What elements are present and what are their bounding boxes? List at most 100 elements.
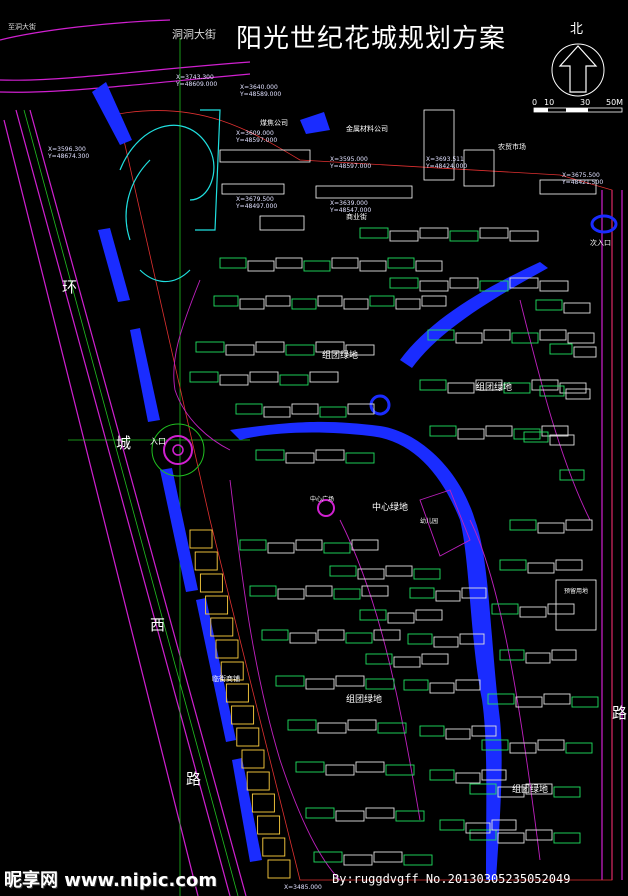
coord-9: X=3679.500 Y=48497.000 (236, 196, 278, 210)
residential-block (511, 332, 539, 344)
residential-block (287, 719, 317, 731)
residential-block (323, 542, 351, 554)
residential-block (539, 280, 569, 292)
residential-block (549, 343, 573, 355)
residential-block (333, 588, 361, 600)
residential-block (445, 728, 471, 740)
residential-block (455, 772, 481, 784)
shop-unit (267, 859, 291, 879)
residential-block (279, 374, 309, 386)
residential-block (403, 854, 433, 866)
residential-block (491, 603, 519, 615)
residential-block (345, 452, 375, 464)
residential-block (369, 295, 395, 307)
residential-block (421, 295, 447, 307)
plaza-label: 中心广场 (310, 496, 335, 503)
residential-block (455, 679, 481, 691)
right-road-char: 路 (612, 704, 628, 722)
residential-block (419, 379, 447, 391)
left-road-char-2: 城 (116, 434, 132, 452)
residential-block (419, 280, 449, 292)
residential-block (373, 629, 401, 641)
residential-block (395, 298, 421, 310)
residential-block (389, 230, 419, 242)
residential-block (403, 679, 429, 691)
residential-block (305, 585, 333, 597)
residential-block (303, 260, 331, 272)
residential-block (335, 810, 365, 822)
residential-block (291, 403, 319, 415)
residential-block (419, 227, 449, 239)
residential-block (351, 539, 379, 551)
residential-block (213, 295, 239, 307)
company-label-1: 煤焦公司 (260, 119, 288, 127)
east-entrance-label: 次入口 (590, 239, 611, 247)
residential-block (385, 565, 413, 577)
residential-block (429, 425, 457, 437)
company-label-2: 金属材料公司 (346, 125, 388, 133)
residential-block (347, 719, 377, 731)
residential-block (485, 425, 513, 437)
residential-block (565, 742, 593, 754)
residential-block (235, 403, 263, 415)
residential-blocks (189, 227, 599, 866)
residential-block (343, 854, 373, 866)
residential-block (365, 678, 395, 690)
residential-block (331, 257, 359, 269)
residential-block (315, 449, 345, 461)
top-road-label: 洞洞大街 (172, 28, 216, 41)
residential-block (277, 588, 305, 600)
residential-block (359, 260, 387, 272)
residential-block (429, 682, 455, 694)
watermark-right: By:ruggdvgff No.20130305235052049 (332, 872, 571, 886)
residential-block (335, 675, 365, 687)
residential-block (285, 452, 315, 464)
coord-4: X=3595.000 Y=48597.000 (330, 156, 372, 170)
residential-block (219, 374, 249, 386)
residential-block (317, 295, 343, 307)
corner-road-label: 至洞大街 (8, 23, 36, 31)
green-label-3: 组团绿地 (346, 695, 383, 705)
residential-block (455, 332, 483, 344)
residential-block (509, 519, 537, 531)
coord-3: X=3609.000 Y=48597.000 (236, 130, 278, 144)
site-plan-drawing (0, 19, 623, 896)
central-green-label: 中心绿地 (372, 503, 409, 513)
shop-unit (262, 837, 286, 857)
shop-unit (236, 727, 260, 747)
main-entrance-label: 入口 (150, 437, 166, 446)
residential-block (267, 542, 295, 554)
residential-block (513, 428, 541, 440)
residential-block (387, 257, 415, 269)
residential-block (377, 722, 407, 734)
residential-block (329, 565, 357, 577)
residential-block (527, 562, 555, 574)
residential-block (359, 227, 389, 239)
residential-block (285, 344, 315, 356)
coord-1: X=3743.300 Y=48609.000 (176, 74, 218, 88)
bottom-coord: X=3485.000 (284, 884, 322, 891)
residential-block (447, 382, 475, 394)
residential-block (553, 786, 581, 798)
residential-block (393, 656, 421, 668)
residential-block (531, 379, 559, 391)
residential-block (509, 230, 539, 242)
north-arrow-icon (551, 43, 605, 97)
residential-block (361, 585, 389, 597)
residential-block (295, 539, 323, 551)
shop-unit (251, 793, 275, 813)
residential-block (317, 722, 347, 734)
residential-block (543, 693, 571, 705)
shop-unit (246, 771, 270, 791)
residential-block (563, 302, 591, 314)
scale-label-3: 50M (606, 98, 624, 107)
residential-block (413, 568, 441, 580)
residential-block (439, 819, 465, 831)
residential-block (571, 696, 599, 708)
residential-block (553, 832, 581, 844)
residential-block (421, 653, 449, 665)
entrance-plaza (151, 423, 205, 477)
residential-block (523, 431, 549, 443)
residential-block (409, 587, 435, 599)
residential-block (525, 652, 551, 664)
